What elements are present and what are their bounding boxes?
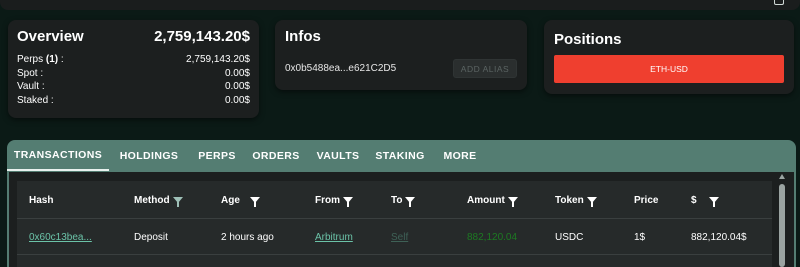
top-bar <box>0 0 800 10</box>
overview-value: 2,759,143.20$ <box>186 54 250 65</box>
filter-icon[interactable] <box>708 197 719 207</box>
filter-icon[interactable] <box>343 197 353 207</box>
column-method: Method <box>134 181 183 219</box>
wallet-icon[interactable] <box>774 0 784 5</box>
tabs-panel: TRANSACTIONS HOLDINGS PERPS ORDERS VAULT… <box>7 140 796 267</box>
overview-label: Staked : <box>17 94 54 106</box>
tx-token: USDC <box>555 231 584 243</box>
infos-title: Infos <box>285 28 321 45</box>
column-age: Age <box>221 181 260 219</box>
overview-label: Perps (1) : <box>17 54 64 65</box>
infos-card: Infos 0x0b5488ea...e621C2D5 ADD ALIAS <box>275 20 527 90</box>
wallet-address: 0x0b5488ea...e621C2D5 <box>285 63 397 74</box>
table-header: Hash Method Age From To Amount Token Pri… <box>17 181 772 219</box>
overview-row-staked: Staked : 0.00$ <box>17 94 250 108</box>
column-to: To <box>391 181 416 219</box>
tab-holdings[interactable]: HOLDINGS <box>109 140 189 171</box>
tx-method: Deposit <box>134 231 168 243</box>
add-alias-button[interactable]: ADD ALIAS <box>453 59 517 78</box>
tx-usd-value: 882,120.04$ <box>691 231 747 243</box>
overview-label: Vault : <box>17 81 45 93</box>
overview-card: Overview 2,759,143.20$ Perps (1) : 2,759… <box>8 20 259 118</box>
column-usd: $ <box>691 181 719 219</box>
positions-card: Positions ETH-USD <box>544 20 794 94</box>
column-amount: Amount <box>467 181 518 219</box>
overview-label: Spot : <box>17 67 44 79</box>
tx-amount: 882,120.04 <box>467 231 518 243</box>
tx-hash-link[interactable]: 0x60c13bea... <box>29 232 92 243</box>
column-from: From <box>315 181 353 219</box>
tab-staking[interactable]: STAKING <box>369 140 431 171</box>
filter-icon[interactable] <box>249 197 260 207</box>
overview-total: 2,759,143.20$ <box>154 28 250 45</box>
positions-title: Positions <box>554 31 622 48</box>
filter-icon[interactable] <box>172 197 183 207</box>
transactions-table-container: Hash Method Age From To Amount Token Pri… <box>9 172 794 267</box>
tab-bar: TRANSACTIONS HOLDINGS PERPS ORDERS VAULT… <box>7 140 489 171</box>
overview-row-vault: Vault : 0.00$ <box>17 80 250 94</box>
overview-value: 0.00$ <box>224 94 250 106</box>
filter-icon[interactable] <box>507 197 518 207</box>
filter-icon[interactable] <box>586 197 597 207</box>
transactions-table: Hash Method Age From To Amount Token Pri… <box>17 181 772 267</box>
tx-price: 1$ <box>634 231 646 243</box>
filter-icon[interactable] <box>405 197 416 207</box>
overview-row-perps: Perps (1) : 2,759,143.20$ <box>17 53 250 67</box>
tab-transactions[interactable]: TRANSACTIONS <box>7 140 109 171</box>
tab-more[interactable]: MORE <box>431 140 489 171</box>
position-eth-usd[interactable]: ETH-USD <box>554 55 784 83</box>
table-scrollbar[interactable] <box>778 172 786 267</box>
scroll-up-icon[interactable] <box>779 174 785 179</box>
tab-vaults[interactable]: VAULTS <box>307 140 369 171</box>
scroll-thumb[interactable] <box>779 184 785 267</box>
overview-row-spot: Spot : 0.00$ <box>17 67 250 81</box>
tab-orders[interactable]: ORDERS <box>245 140 307 171</box>
table-row: 0x60c13bea... Deposit 2 hours ago Arbitr… <box>17 219 772 255</box>
column-token: Token <box>555 181 597 219</box>
overview-value: 0.00$ <box>224 67 250 79</box>
column-price: Price <box>634 194 659 206</box>
tx-to-link[interactable]: Self <box>391 232 408 243</box>
tx-from-link[interactable]: Arbitrum <box>315 232 353 243</box>
tx-age: 2 hours ago <box>221 231 274 243</box>
column-hash: Hash <box>29 194 54 206</box>
tab-perps[interactable]: PERPS <box>189 140 245 171</box>
overview-value: 0.00$ <box>224 81 250 93</box>
overview-title: Overview <box>17 28 84 45</box>
